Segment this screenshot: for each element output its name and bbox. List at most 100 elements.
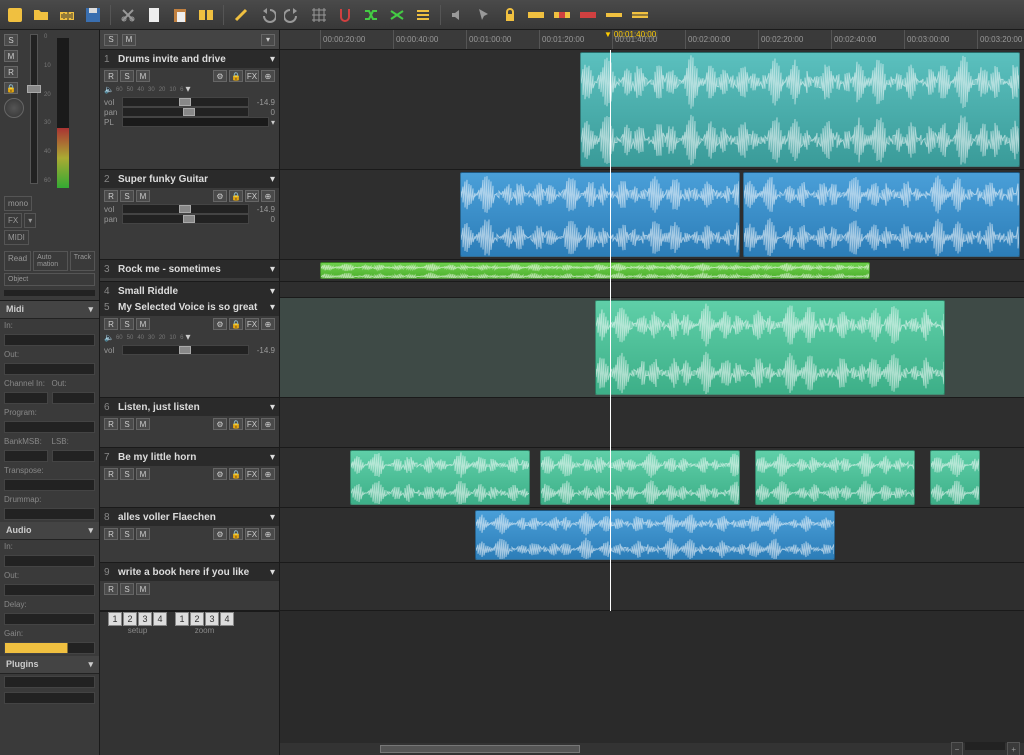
crossfade-icon[interactable] (386, 4, 408, 26)
track-header[interactable]: 7Be my little horn▾RSM⚙🔒FX⊕ (100, 448, 279, 508)
track-fx-label[interactable]: FX (245, 418, 259, 430)
audio-clip[interactable] (540, 450, 740, 505)
automation-button[interactable]: Auto mation (33, 251, 68, 271)
zoom-preset-button[interactable]: 2 (190, 612, 204, 626)
track-s-button[interactable]: S (120, 583, 134, 595)
track-fx-button[interactable]: ⚙ (213, 70, 227, 82)
zoom-out-button[interactable]: − (951, 742, 964, 755)
track-lane[interactable] (280, 50, 1024, 170)
speaker-icon[interactable]: 🔈 (104, 85, 114, 94)
track-header[interactable]: 3Rock me - sometimes▾ (100, 260, 279, 282)
midi-out-field[interactable] (4, 363, 95, 375)
zoom-preset-button[interactable]: 3 (205, 612, 219, 626)
redo-icon[interactable] (282, 4, 304, 26)
track-expand-icon[interactable]: ▾ (270, 174, 275, 185)
master-solo-button[interactable]: S (4, 34, 18, 46)
more-icon[interactable]: ▾ (185, 84, 190, 95)
audio-section-header[interactable]: Audio▾ (0, 522, 99, 540)
object-button[interactable]: Object (4, 273, 95, 286)
track-s-button[interactable]: S (120, 418, 134, 430)
volume-slider[interactable] (122, 345, 249, 355)
all-mute-button[interactable]: M (122, 34, 136, 46)
zoom-slider[interactable] (965, 742, 1005, 750)
track-plugin-button[interactable]: ⊕ (261, 468, 275, 480)
horizontal-scrollbar[interactable]: − + (280, 743, 1024, 755)
audio-clip[interactable] (755, 450, 915, 505)
midi-in-field[interactable] (4, 334, 95, 346)
track-fx-button[interactable]: ⚙ (213, 318, 227, 330)
snap-icon[interactable] (334, 4, 356, 26)
track-m-button[interactable]: M (136, 418, 150, 430)
track-fx-button[interactable]: ⚙ (213, 190, 227, 202)
track-expand-icon[interactable]: ▾ (270, 512, 275, 523)
range4-icon[interactable] (603, 4, 625, 26)
select-tool-icon[interactable] (473, 4, 495, 26)
master-mute-button[interactable]: M (4, 50, 18, 62)
track-expand-icon[interactable]: ▾ (270, 402, 275, 413)
new-doc-icon[interactable] (143, 4, 165, 26)
scroll-thumb[interactable] (380, 745, 580, 753)
plugin-slot-1[interactable] (4, 676, 95, 688)
range2-icon[interactable] (551, 4, 573, 26)
setup-preset-button[interactable]: 3 (138, 612, 152, 626)
track-button[interactable]: Track (70, 251, 95, 271)
plugin-slot-2[interactable] (4, 692, 95, 704)
all-solo-button[interactable]: S (104, 34, 118, 46)
audio-clip[interactable] (595, 300, 945, 395)
channel-in-field[interactable] (4, 392, 48, 404)
track-s-button[interactable]: S (120, 468, 134, 480)
import-audio-icon[interactable] (56, 4, 78, 26)
track-header[interactable]: 6Listen, just listen▾RSM⚙🔒FX⊕ (100, 398, 279, 448)
track-plugin-button[interactable]: ⊕ (261, 318, 275, 330)
pl-field[interactable] (122, 117, 269, 127)
zoom-in-button[interactable]: + (1007, 742, 1020, 755)
track-header[interactable]: 8alles voller Flaechen▾RSM⚙🔒FX⊕ (100, 508, 279, 563)
read-button[interactable]: Read (4, 251, 31, 271)
track-lane[interactable] (280, 170, 1024, 260)
track-r-button[interactable]: R (104, 528, 118, 540)
midi-button[interactable]: MIDI (4, 230, 29, 245)
track-r-button[interactable]: R (104, 190, 118, 202)
open-folder-icon[interactable] (30, 4, 52, 26)
track-s-button[interactable]: S (120, 318, 134, 330)
pan-slider[interactable] (122, 214, 249, 224)
bankmsb-field[interactable] (4, 450, 48, 462)
track-r-button[interactable]: R (104, 70, 118, 82)
gain-slider[interactable] (4, 642, 95, 654)
channel-out-field[interactable] (52, 392, 96, 404)
track-s-button[interactable]: S (120, 190, 134, 202)
track-lane[interactable] (280, 398, 1024, 448)
setup-preset-button[interactable]: 4 (153, 612, 167, 626)
track-lock-button[interactable]: 🔒 (229, 190, 243, 202)
track-fx-label[interactable]: FX (245, 468, 259, 480)
range3-icon[interactable] (577, 4, 599, 26)
track-plugin-button[interactable]: ⊕ (261, 418, 275, 430)
cut-icon[interactable] (117, 4, 139, 26)
track-m-button[interactable]: M (136, 190, 150, 202)
track-header[interactable]: 9write a book here if you like▾RSM (100, 563, 279, 611)
lsb-field[interactable] (52, 450, 96, 462)
audio-clip[interactable] (930, 450, 980, 505)
audio-clip[interactable] (350, 450, 530, 505)
track-fx-label[interactable]: FX (245, 70, 259, 82)
master-pan-knob[interactable] (4, 98, 24, 118)
track-expand-icon[interactable]: ▾ (270, 302, 275, 313)
fx-dropdown[interactable]: ▾ (24, 213, 36, 228)
playhead-line[interactable] (610, 50, 611, 611)
track-plugin-button[interactable]: ⊕ (261, 190, 275, 202)
track-lane[interactable] (280, 448, 1024, 508)
track-r-button[interactable]: R (104, 418, 118, 430)
track-header[interactable]: 5My Selected Voice is so great▾RSM⚙🔒FX⊕🔈… (100, 298, 279, 398)
volume-slider[interactable] (122, 97, 249, 107)
track-m-button[interactable]: M (136, 318, 150, 330)
track-lock-button[interactable]: 🔒 (229, 528, 243, 540)
track-fx-label[interactable]: FX (245, 528, 259, 540)
track-fx-button[interactable]: ⚙ (213, 418, 227, 430)
setup-preset-button[interactable]: 1 (108, 612, 122, 626)
mute-tool-icon[interactable] (447, 4, 469, 26)
time-ruler[interactable]: ▼00:01:40:00 00:00:20:0000:00:40:0000:01… (280, 30, 1024, 50)
track-expand-icon[interactable]: ▾ (270, 567, 275, 578)
track-fx-label[interactable]: FX (245, 190, 259, 202)
track-m-button[interactable]: M (136, 468, 150, 480)
midi-section-header[interactable]: Midi▾ (0, 301, 99, 319)
